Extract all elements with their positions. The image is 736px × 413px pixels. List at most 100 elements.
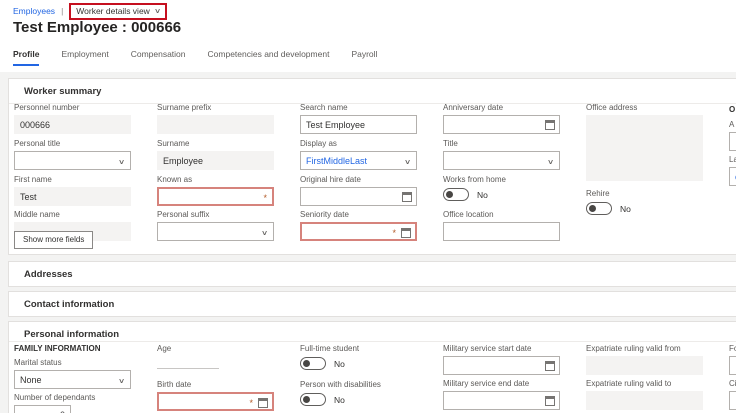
number-of-dependants-label: Number of dependants	[14, 393, 96, 402]
calendar-icon[interactable]	[545, 396, 555, 406]
personnel-number-label: Personnel number	[14, 103, 80, 112]
clipped-group-header: O	[729, 105, 736, 114]
tab-payroll[interactable]: Payroll	[351, 49, 377, 66]
surname-prefix-label: Surname prefix	[157, 103, 212, 112]
clipped-field-1-input[interactable]	[729, 132, 736, 151]
field-expatriate-ruling-valid-from: Expatriate ruling valid from	[586, 344, 703, 375]
field-surname-prefix: Surname prefix	[157, 103, 274, 134]
field-marital-status: Marital status None ∨	[14, 358, 131, 389]
anniversary-date-field[interactable]	[449, 119, 554, 130]
calendar-icon[interactable]	[545, 361, 555, 371]
field-title: Title ∨	[443, 139, 560, 170]
worker-summary-title[interactable]: Worker summary	[24, 86, 101, 97]
contact-information-section: Contact information	[8, 291, 736, 317]
clipped-field-3-input[interactable]	[729, 356, 736, 375]
personal-title-dropdown[interactable]: ∨	[14, 151, 131, 170]
person-with-disabilities-value: No	[334, 394, 345, 405]
field-seniority-date: Seniority date *	[300, 210, 417, 241]
title-label: Title	[443, 139, 458, 148]
addresses-title[interactable]: Addresses	[24, 269, 73, 280]
person-with-disabilities-toggle[interactable]	[300, 393, 326, 406]
personal-information-title[interactable]: Personal information	[24, 329, 119, 340]
clipped-field-1: A	[729, 120, 736, 151]
surname-value: Employee	[157, 151, 274, 170]
calendar-icon[interactable]	[402, 192, 412, 202]
search-name-input-field[interactable]	[306, 119, 411, 130]
military-service-end-date-field[interactable]	[449, 395, 554, 406]
anniversary-date-input[interactable]	[443, 115, 560, 134]
chevron-down-icon[interactable]: ∨	[547, 158, 554, 166]
full-time-student-value: No	[334, 358, 345, 369]
display-as-label: Display as	[300, 139, 337, 148]
clipped-field-2-dropdown[interactable]: e	[729, 167, 736, 186]
military-service-end-date-label: Military service end date	[443, 379, 530, 388]
number-of-dependants-input[interactable]	[14, 405, 71, 413]
show-more-fields-button[interactable]: Show more fields	[14, 231, 94, 249]
full-time-student-toggle[interactable]	[300, 357, 326, 370]
full-time-student-label: Full-time student	[300, 344, 360, 353]
military-service-start-date-label: Military service start date	[443, 344, 532, 353]
field-office-address: Office address	[586, 103, 703, 181]
works-from-home-value: No	[477, 189, 488, 200]
required-asterisk: *	[263, 193, 267, 203]
original-hire-date-label: Original hire date	[300, 175, 361, 184]
contact-information-title[interactable]: Contact information	[24, 299, 114, 310]
known-as-input-field[interactable]	[164, 191, 267, 202]
military-service-start-date-input[interactable]	[443, 356, 560, 375]
original-hire-date-field[interactable]	[306, 191, 411, 202]
chevron-down-icon[interactable]: ∨	[404, 158, 411, 166]
field-military-service-start-date: Military service start date	[443, 344, 560, 375]
chevron-down-icon[interactable]: ∨	[118, 377, 125, 385]
field-full-time-student: Full-time student No	[300, 344, 417, 370]
page-header: Employees | Worker details view ∨ Test E…	[0, 0, 736, 72]
title-dropdown[interactable]: ∨	[443, 151, 560, 170]
page-title: Test Employee : 000666	[13, 19, 182, 36]
office-location-input[interactable]	[443, 222, 560, 241]
personal-title-label: Personal title	[14, 139, 61, 148]
chevron-down-icon[interactable]: ∨	[118, 158, 125, 166]
birth-date-input[interactable]: *	[157, 392, 274, 411]
tab-employment[interactable]: Employment	[61, 49, 108, 66]
personal-suffix-dropdown[interactable]: ∨	[157, 222, 274, 241]
chevron-down-icon[interactable]: ∨	[261, 229, 268, 237]
rehire-toggle[interactable]	[586, 202, 612, 215]
tab-profile[interactable]: Profile	[13, 49, 40, 66]
family-information-header: FAMILY INFORMATION	[14, 344, 101, 353]
calendar-icon[interactable]	[258, 398, 268, 408]
field-office-location: Office location	[443, 210, 560, 241]
tab-competencies-and-development[interactable]: Competencies and development	[208, 49, 330, 66]
first-name-label: First name	[14, 175, 52, 184]
military-service-start-date-field[interactable]	[449, 360, 554, 371]
field-first-name: First name Test	[14, 175, 131, 206]
original-hire-date-input[interactable]	[300, 187, 417, 206]
birth-date-label: Birth date	[157, 380, 192, 389]
worker-details-page: Employees | Worker details view ∨ Test E…	[0, 0, 736, 413]
personal-information-section: Personal information FAMILY INFORMATION …	[8, 321, 736, 413]
chevron-down-icon[interactable]: ∨	[154, 7, 161, 15]
personnel-number-value: 000666	[14, 115, 131, 134]
known-as-input[interactable]: *	[157, 187, 274, 206]
number-of-dependants-field[interactable]	[20, 409, 65, 413]
search-name-input[interactable]	[300, 115, 417, 134]
breadcrumb-employees-link[interactable]: Employees	[13, 6, 55, 16]
field-surname: Surname Employee	[157, 139, 274, 170]
display-as-dropdown[interactable]: FirstMiddleLast ∨	[300, 151, 417, 170]
office-location-field[interactable]	[449, 226, 554, 237]
field-search-name: Search name	[300, 103, 417, 134]
addresses-section: Addresses	[8, 261, 736, 287]
military-service-end-date-input[interactable]	[443, 391, 560, 410]
search-name-label: Search name	[300, 103, 348, 112]
view-selector[interactable]: Worker details view	[76, 6, 150, 16]
field-personal-title: Personal title ∨	[14, 139, 131, 170]
first-name-value: Test	[14, 187, 131, 206]
clipped-field-4-input[interactable]	[729, 391, 736, 410]
calendar-icon[interactable]	[401, 228, 411, 238]
calendar-icon[interactable]	[545, 120, 555, 130]
expatriate-ruling-valid-from-value	[586, 356, 703, 375]
marital-status-dropdown[interactable]: None ∨	[14, 370, 131, 389]
works-from-home-toggle[interactable]	[443, 188, 469, 201]
toggle-knob	[446, 191, 453, 198]
seniority-date-input[interactable]: *	[300, 222, 417, 241]
breadcrumb: Employees | Worker details view ∨	[13, 2, 167, 20]
tab-compensation[interactable]: Compensation	[131, 49, 186, 66]
